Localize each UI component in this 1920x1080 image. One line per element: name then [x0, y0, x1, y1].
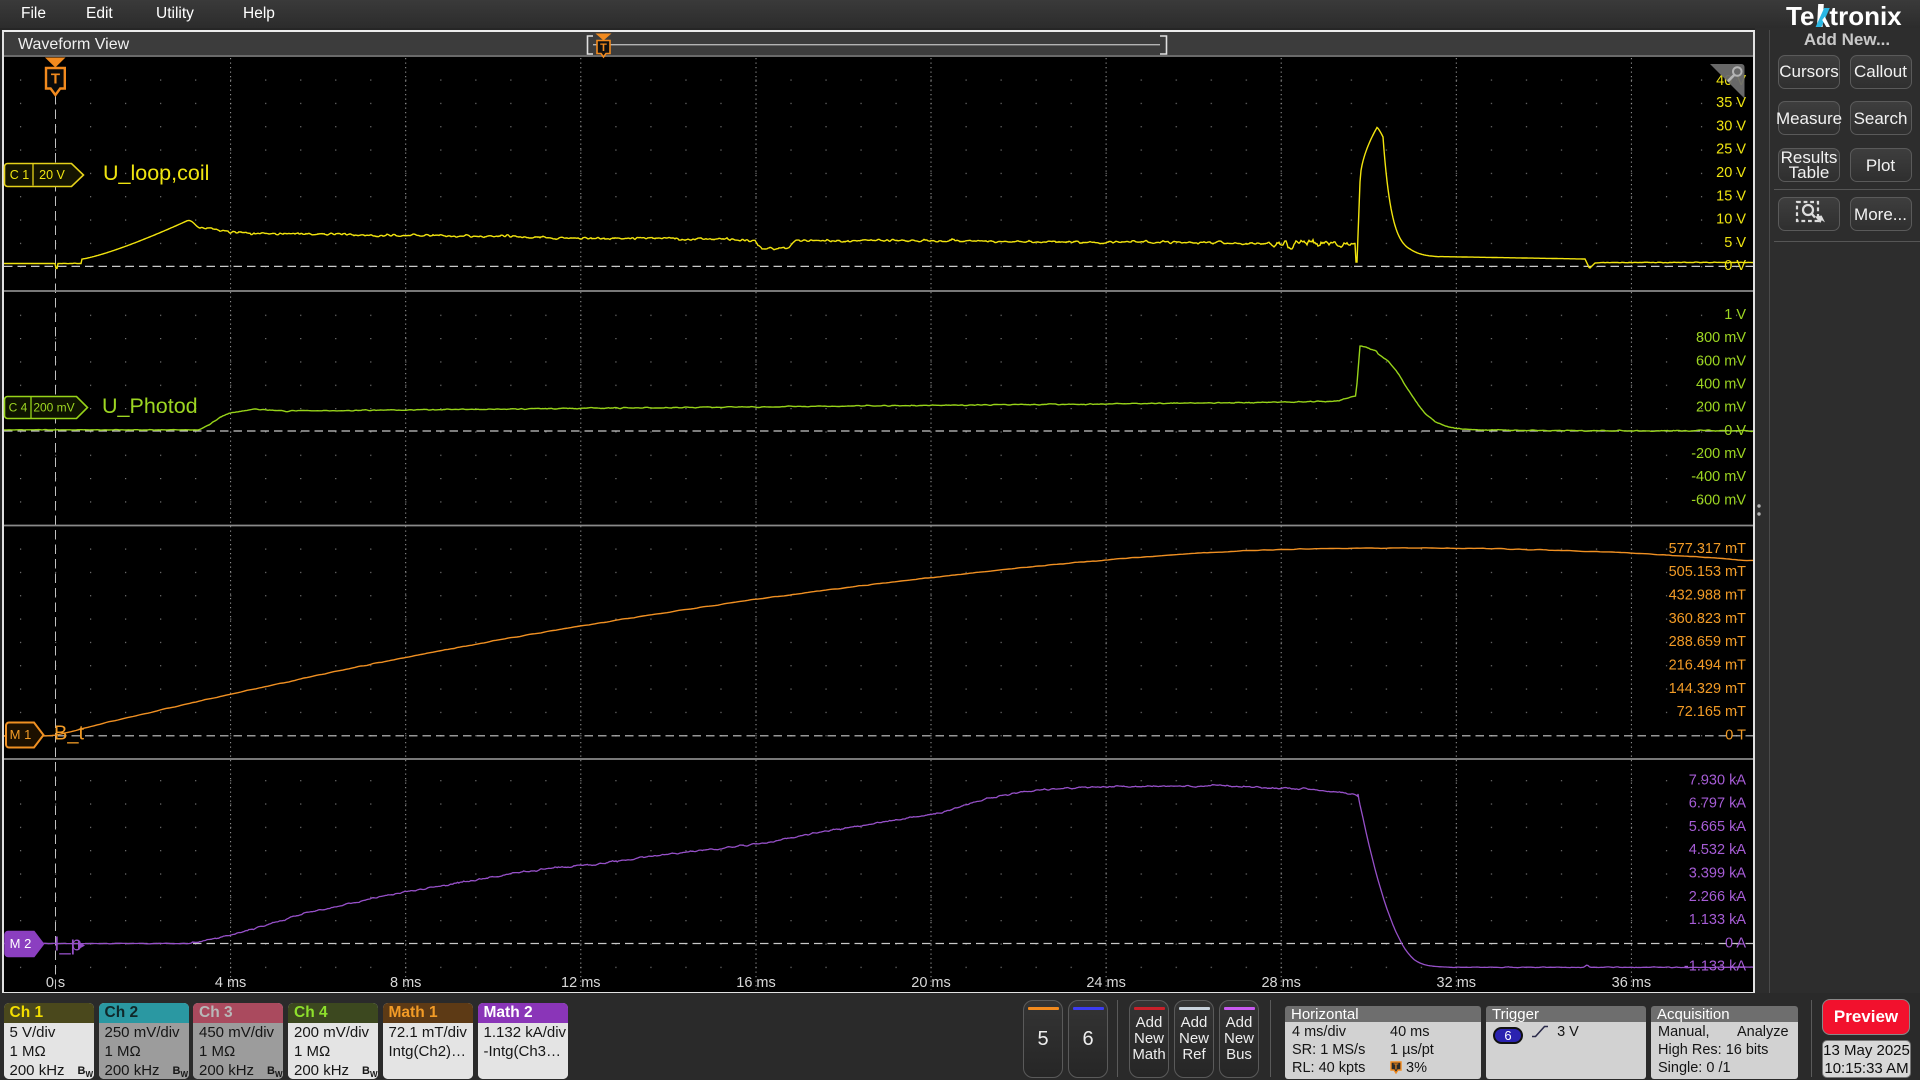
svg-text:36 ms: 36 ms [1612, 975, 1652, 991]
svg-text:28 ms: 28 ms [1261, 975, 1301, 991]
svg-text:72.165 mT: 72.165 mT [1677, 704, 1746, 720]
svg-text:U_loop,coil: U_loop,coil [103, 161, 209, 185]
svg-text:0 T: 0 T [1725, 728, 1746, 744]
svg-text:M 1: M 1 [10, 727, 32, 742]
svg-text:T: T [1394, 1063, 1399, 1072]
svg-text:20 V: 20 V [39, 168, 65, 182]
svg-text:20 ms: 20 ms [911, 975, 951, 991]
svg-text:15 V: 15 V [1716, 188, 1746, 204]
svg-text:-200 mV: -200 mV [1691, 446, 1746, 462]
svg-text:200 mV: 200 mV [1696, 400, 1746, 416]
svg-text:-1.133 kA: -1.133 kA [1684, 959, 1746, 975]
svg-text:-400 mV: -400 mV [1691, 469, 1746, 485]
svg-text:360.823 mT: 360.823 mT [1669, 611, 1747, 627]
svg-text:20 V: 20 V [1716, 165, 1746, 181]
svg-text:216.494 mT: 216.494 mT [1669, 658, 1747, 674]
svg-text:0 s: 0 s [46, 975, 65, 991]
svg-text:0 V: 0 V [1724, 258, 1746, 274]
svg-text:7.930 kA: 7.930 kA [1689, 772, 1747, 788]
svg-text:1.133 kA: 1.133 kA [1689, 912, 1747, 928]
svg-text:2.266 kA: 2.266 kA [1689, 889, 1747, 905]
svg-text:T: T [600, 42, 607, 54]
svg-text:0 A: 0 A [1725, 935, 1746, 951]
svg-text:35 V: 35 V [1716, 95, 1746, 111]
svg-text:288.659 mT: 288.659 mT [1669, 634, 1747, 650]
svg-text:B_t: B_t [54, 722, 84, 744]
svg-text:800 mV: 800 mV [1696, 330, 1746, 346]
svg-text:30 V: 30 V [1716, 118, 1746, 134]
svg-text:24 ms: 24 ms [1086, 975, 1126, 991]
svg-text:25 V: 25 V [1716, 142, 1746, 158]
svg-text:600 mV: 600 mV [1696, 353, 1746, 369]
svg-text:4.532 kA: 4.532 kA [1689, 842, 1747, 858]
svg-text:U_Photod: U_Photod [102, 394, 198, 418]
svg-text:1 V: 1 V [1724, 307, 1746, 323]
svg-text:5.665 kA: 5.665 kA [1689, 819, 1747, 835]
svg-text:16 ms: 16 ms [736, 975, 776, 991]
svg-text:3.399 kA: 3.399 kA [1689, 866, 1747, 882]
svg-text:12 ms: 12 ms [561, 975, 601, 991]
svg-text:M 2: M 2 [10, 936, 32, 951]
svg-text:10 V: 10 V [1716, 212, 1746, 228]
svg-text:T: T [51, 70, 60, 87]
svg-text:8 ms: 8 ms [390, 975, 421, 991]
svg-text:6.797 kA: 6.797 kA [1689, 796, 1747, 812]
svg-text:-600 mV: -600 mV [1691, 492, 1746, 508]
svg-text:577.317 mT: 577.317 mT [1669, 541, 1747, 557]
svg-text:200 mV: 200 mV [33, 401, 74, 415]
svg-text:144.329 mT: 144.329 mT [1669, 681, 1747, 697]
svg-text:C 1: C 1 [10, 168, 30, 182]
svg-text:505.153 mT: 505.153 mT [1669, 564, 1747, 580]
svg-text:4 ms: 4 ms [215, 975, 246, 991]
svg-text:432.988 mT: 432.988 mT [1669, 588, 1747, 604]
svg-text:32 ms: 32 ms [1437, 975, 1477, 991]
svg-text:I_p: I_p [54, 933, 82, 955]
svg-text:0 V: 0 V [1724, 423, 1746, 439]
svg-text:400 mV: 400 mV [1696, 377, 1746, 393]
svg-text:C 4: C 4 [9, 401, 28, 415]
svg-text:5 V: 5 V [1724, 235, 1746, 251]
